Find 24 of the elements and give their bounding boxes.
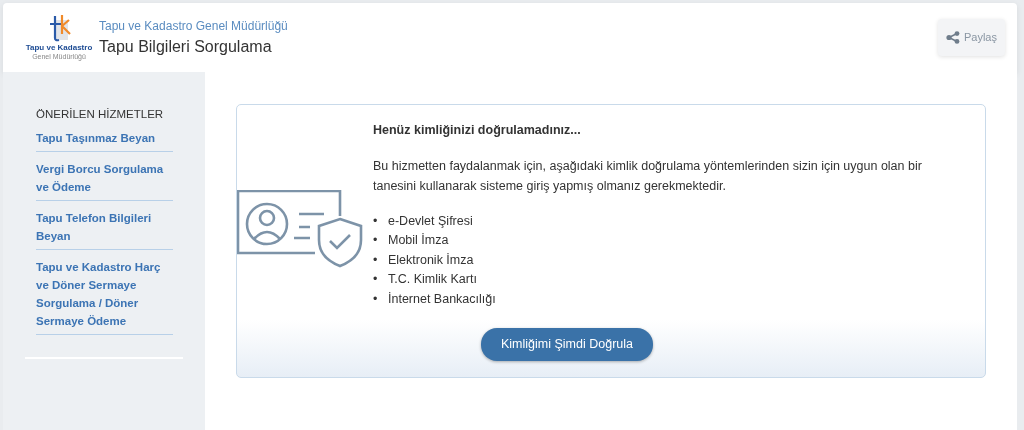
sidebar-link[interactable]: Vergi Borcu Sorgulama ve Ödeme — [36, 158, 173, 202]
sidebar-link[interactable]: Tapu ve Kadastro Harç ve Döner Sermaye Sorgulama / Döner Sermaye Ödeme — [36, 256, 173, 336]
verify-identity-button[interactable]: Kimliğimi Şimdi Doğrula — [481, 328, 653, 361]
method-item: e-Devlet Şifresi — [388, 213, 473, 228]
share-button[interactable]: Paylaş — [937, 19, 1005, 56]
bullet: • — [373, 290, 379, 308]
share-icon — [945, 31, 960, 44]
bullet: • — [373, 232, 379, 250]
method-item: İnternet Bankacılığı — [388, 291, 496, 306]
method-item: Elektronik İmza — [388, 252, 474, 267]
sidebar-link[interactable]: Tapu Taşınmaz Beyan — [36, 127, 173, 153]
bullet: • — [373, 212, 379, 230]
id-card-shield-icon — [237, 190, 365, 268]
bullet: • — [373, 251, 379, 269]
notice-message: Bu hizmetten faydalanmak için, aşağıdaki kimlik doğrulama yöntemlerinden sizin için uygun olan bir tanesini kullanarak sisteme giriş yapmış olmanız gerekmektedir. — [373, 157, 923, 195]
sidebar-heading: ÖNERİLEN HİZMETLER — [36, 107, 165, 122]
notice-title: Henüz kimliğinizi doğrulamadınız... — [373, 122, 582, 139]
method-item: T.C. Kimlik Kartı — [388, 272, 477, 287]
sidebar-link[interactable]: Tapu Telefon Bilgileri Beyan — [36, 207, 173, 251]
organization-name: Tapu ve Kadastro Genel Müdürlüğü — [99, 17, 288, 35]
page-title: Tapu Bilgileri Sorgulama — [99, 36, 273, 57]
logo-text: Tapu ve Kadastro — [25, 44, 93, 54]
method-item: Mobil İmza — [388, 233, 449, 248]
bullet: • — [373, 271, 379, 289]
